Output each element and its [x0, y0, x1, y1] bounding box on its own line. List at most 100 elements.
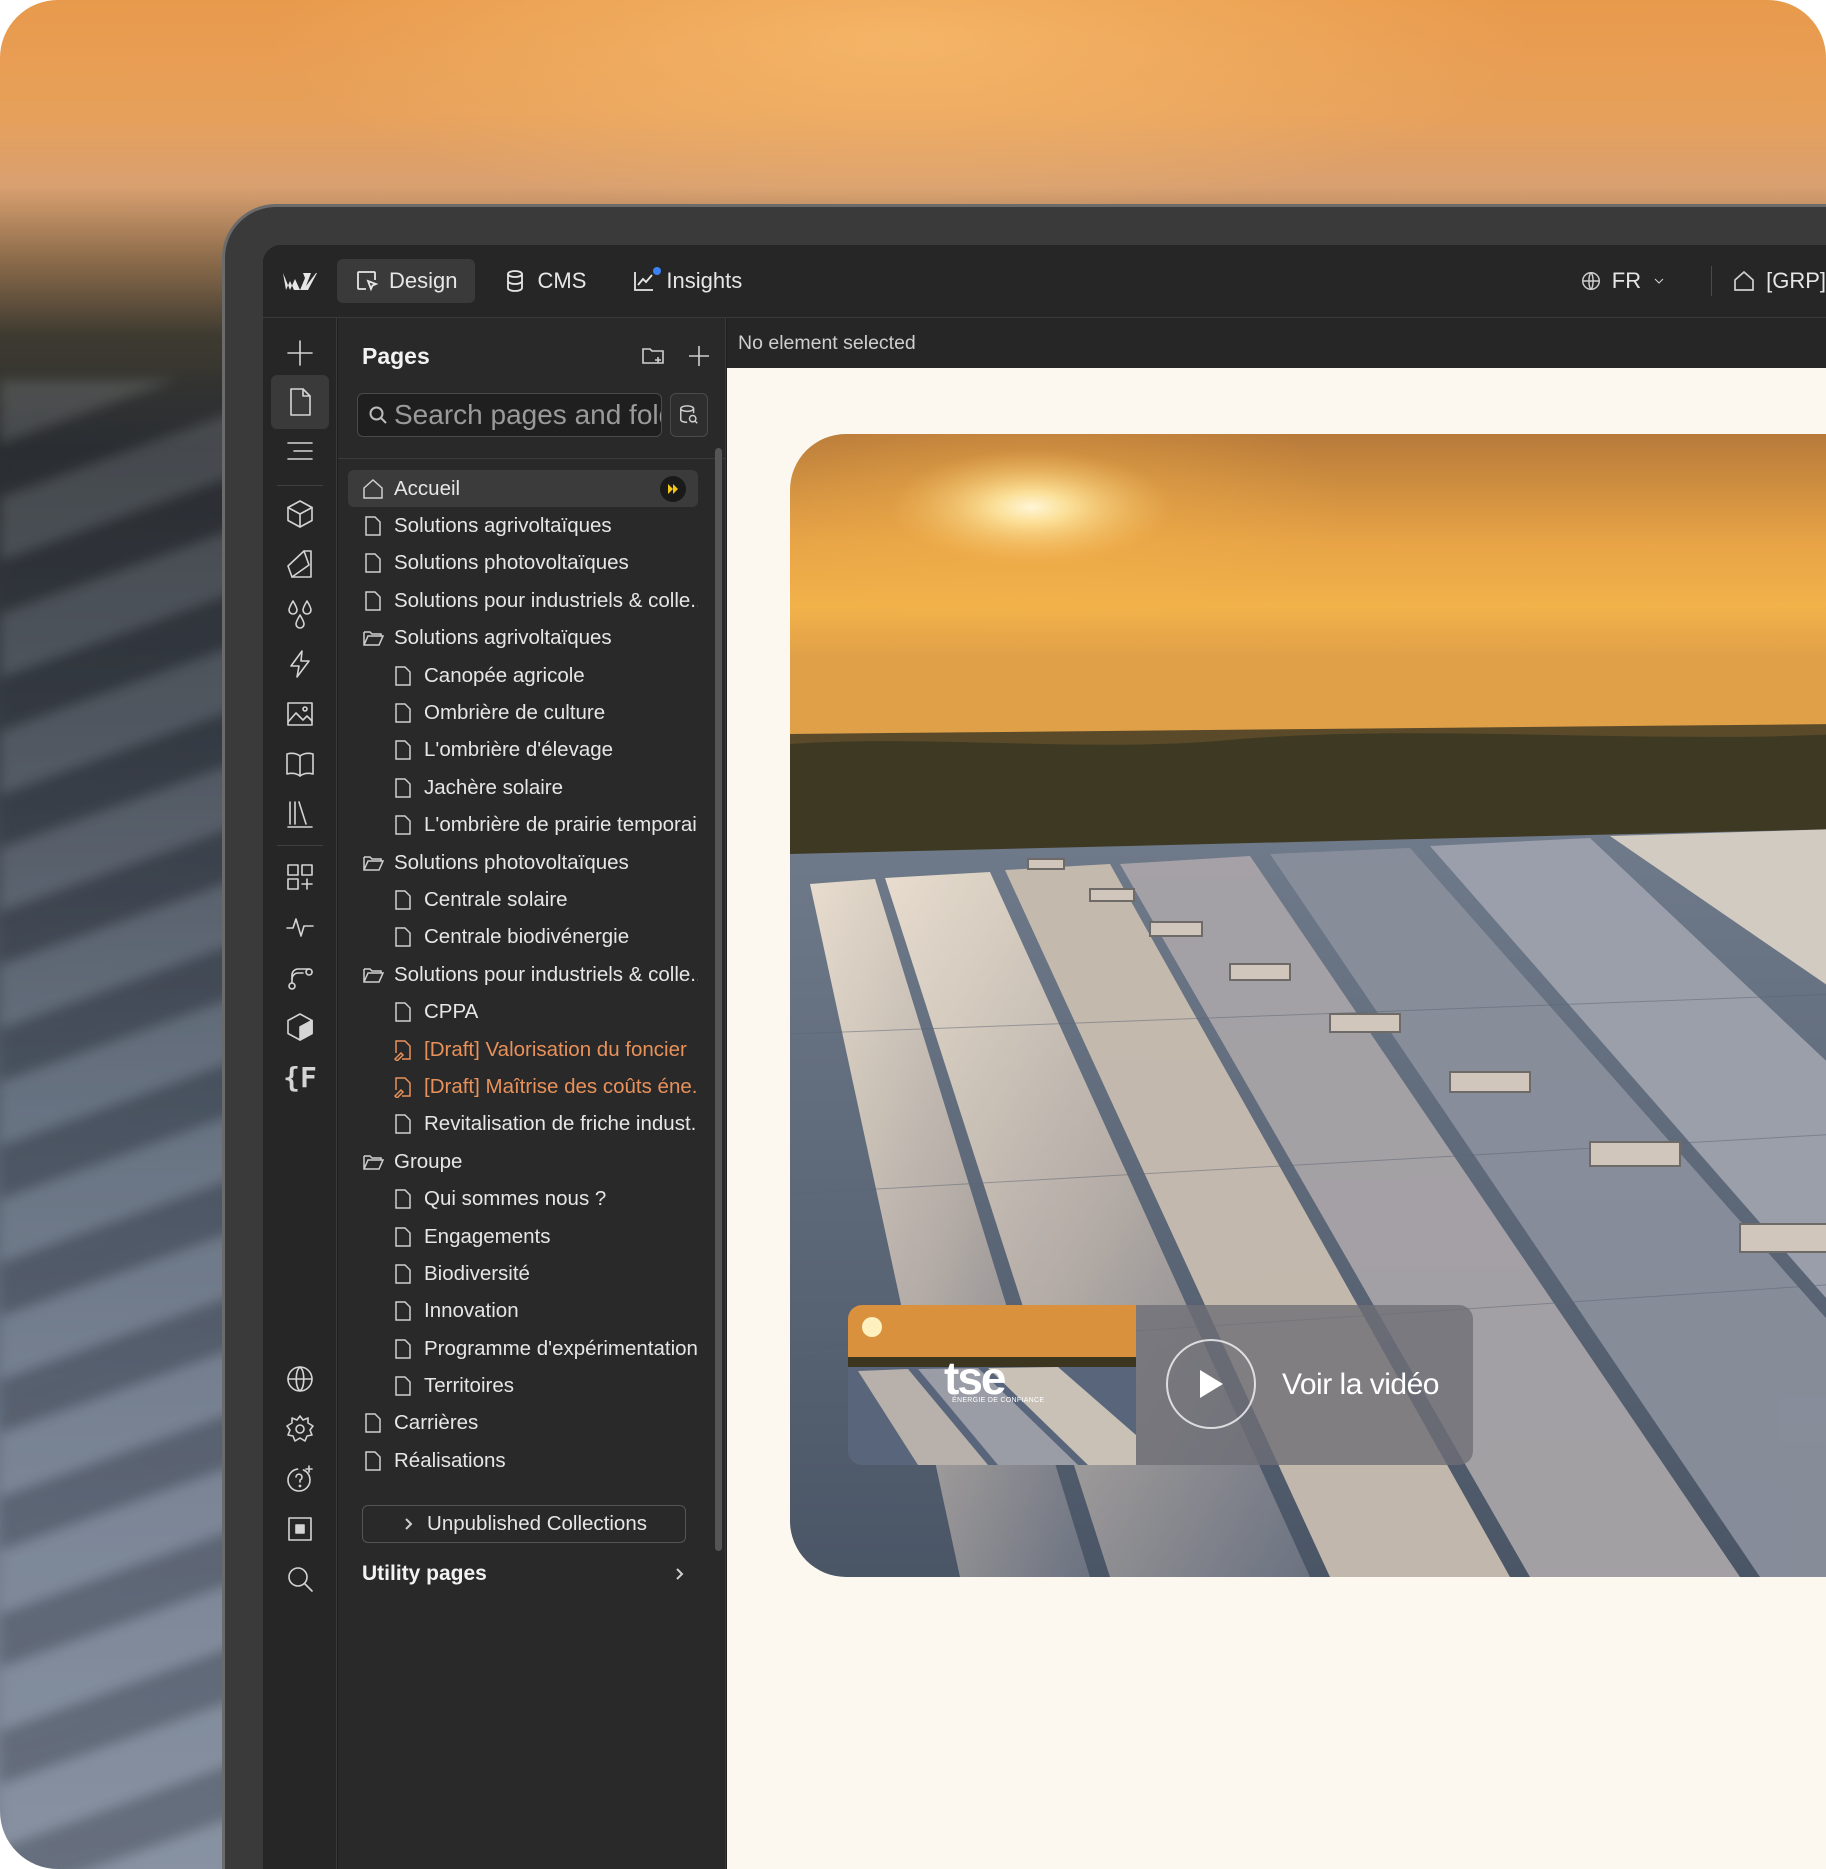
video-cta-label: Voir la vidéo — [1282, 1368, 1439, 1401]
webflow-designer-window: Design CMS Insights FR [GRP] {F Pages Se… — [263, 245, 1826, 1869]
variables-button[interactable] — [271, 587, 329, 641]
page-item[interactable]: Centrale biodivénergie — [348, 919, 698, 956]
cursor-frame-icon — [357, 271, 379, 292]
new-folder-icon[interactable] — [640, 343, 666, 369]
apps-button[interactable] — [271, 850, 329, 904]
page-item[interactable]: Biodiversité — [348, 1255, 698, 1292]
utility-pages-section[interactable]: Utility pages — [362, 1558, 686, 1590]
video-card[interactable]: tse ÉNERGIE DE CONFIANCE Voir la vidéo — [848, 1305, 1473, 1465]
folder-open-icon — [363, 631, 384, 646]
page-item[interactable]: Solutions agrivoltaïques — [348, 507, 698, 544]
page-item-label: L'ombrière de prairie temporai... — [424, 813, 698, 837]
assets-button[interactable] — [271, 687, 329, 741]
help-button[interactable] — [271, 1452, 329, 1506]
page-item-label: Innovation — [424, 1299, 519, 1323]
search-input[interactable] — [394, 399, 661, 431]
navigator-button[interactable] — [271, 424, 329, 478]
hero-image[interactable]: tse ÉNERGIE DE CONFIANCE Voir la vidéo — [790, 434, 1826, 1577]
panel-actions — [640, 343, 712, 369]
page-item[interactable]: Accueil — [348, 470, 698, 508]
page-item-label: CPPA — [424, 1000, 479, 1024]
chevron-right-icon — [405, 1518, 413, 1530]
page-item-label: Ombrière de culture — [424, 701, 606, 725]
search-cms-button[interactable] — [670, 393, 708, 437]
pages-panel-header: Pages — [362, 338, 712, 374]
page-item[interactable]: [Draft] Valorisation du foncier — [348, 1031, 698, 1068]
tab-insights-label: Insights — [666, 268, 743, 293]
tab-design[interactable]: Design — [337, 259, 476, 303]
settings-button[interactable] — [271, 1402, 329, 1456]
add-elements-button[interactable] — [271, 326, 329, 380]
site-home-link[interactable]: [GRP] — [1732, 268, 1826, 294]
site-label: [GRP] — [1766, 268, 1826, 293]
page-item[interactable]: Canopée agricole — [348, 657, 698, 694]
search-row — [357, 393, 708, 437]
folder-item[interactable]: Solutions agrivoltaïques — [348, 620, 698, 657]
page-item[interactable]: Innovation — [348, 1293, 698, 1330]
page-item[interactable]: Qui sommes nous ? — [348, 1180, 698, 1217]
styles-button[interactable] — [271, 537, 329, 591]
pages-panel: Pages Accueil Solutions agrivoltaïques Sol… — [338, 318, 726, 1869]
search-button[interactable] — [271, 1552, 329, 1606]
utility-pages-label: Utility pages — [362, 1562, 487, 1585]
library-button[interactable] — [271, 737, 329, 791]
page-item[interactable]: Territoires — [348, 1367, 698, 1404]
play-button[interactable] — [1166, 1339, 1256, 1429]
tab-cms[interactable]: CMS — [485, 259, 604, 303]
interactions-button[interactable] — [271, 637, 329, 691]
page-icon — [395, 1002, 411, 1022]
packages-button[interactable] — [271, 1000, 329, 1054]
page-icon — [365, 516, 381, 536]
image-icon — [287, 702, 313, 726]
page-item[interactable]: Carrières — [348, 1405, 698, 1442]
folder-item[interactable]: Solutions photovoltaïques — [348, 844, 698, 881]
design-canvas[interactable]: tse ÉNERGIE DE CONFIANCE Voir la vidéo — [727, 368, 1826, 1869]
page-item[interactable]: Programme d'expérimentation — [348, 1330, 698, 1367]
apps-library-button[interactable] — [271, 787, 329, 841]
page-item[interactable]: L'ombrière d'élevage — [348, 732, 698, 769]
rail-divider — [277, 845, 323, 846]
pages-button[interactable] — [271, 375, 329, 429]
stop-button[interactable] — [271, 1502, 329, 1556]
preview-badge-icon[interactable] — [660, 475, 686, 502]
language-selector[interactable]: FR — [1556, 268, 1691, 294]
unpublished-collections-button[interactable]: Unpublished Collections — [362, 1505, 686, 1543]
page-item[interactable]: Centrale solaire — [348, 881, 698, 918]
page-item-label: Jachère solaire — [424, 775, 564, 799]
home-icon — [1734, 270, 1754, 291]
add-page-icon[interactable] — [686, 343, 712, 369]
webflow-logo-icon[interactable] — [263, 245, 337, 318]
localization-button[interactable] — [271, 1352, 329, 1406]
page-item[interactable]: CPPA — [348, 993, 698, 1030]
folder-item[interactable]: Solutions pour industriels & colle... — [348, 956, 698, 993]
scrollbar[interactable] — [715, 448, 722, 1551]
page-item[interactable]: Engagements — [348, 1218, 698, 1255]
page-item[interactable]: Solutions pour industriels & colle... — [348, 582, 698, 619]
page-item[interactable]: Ombrière de culture — [348, 694, 698, 731]
page-item[interactable]: Réalisations — [348, 1442, 698, 1479]
page-item[interactable]: Solutions photovoltaïques — [348, 545, 698, 582]
folder-item[interactable]: Groupe — [348, 1143, 698, 1180]
search-box — [357, 393, 662, 437]
page-item[interactable]: L'ombrière de prairie temporai... — [348, 807, 698, 844]
logic-button[interactable] — [271, 950, 329, 1004]
stop-square-icon — [288, 1517, 312, 1541]
page-item-label: Solutions pour industriels & colle... — [394, 588, 698, 612]
video-thumbnail: tse ÉNERGIE DE CONFIANCE — [848, 1305, 1136, 1465]
activity-button[interactable] — [271, 900, 329, 954]
page-icon — [365, 1413, 381, 1434]
page-icon — [395, 1264, 411, 1284]
page-item[interactable]: [Draft] Maîtrise des coûts éne... — [348, 1068, 698, 1105]
book-open-icon — [286, 752, 314, 777]
components-button[interactable] — [271, 487, 329, 541]
fonts-button[interactable]: {F — [271, 1050, 329, 1104]
page-item-label: Qui sommes nous ? — [424, 1187, 607, 1211]
page-item[interactable]: Jachère solaire — [348, 769, 698, 806]
cube-icon — [287, 500, 313, 528]
page-item-label: [Draft] Valorisation du foncier — [424, 1037, 687, 1061]
tab-insights[interactable]: Insights — [614, 259, 760, 303]
droplets-icon — [288, 600, 312, 629]
page-item[interactable]: Revitalisation de friche indust... — [348, 1106, 698, 1143]
package-icon — [287, 1013, 313, 1041]
page-item-label: Programme d'expérimentation — [424, 1336, 698, 1360]
